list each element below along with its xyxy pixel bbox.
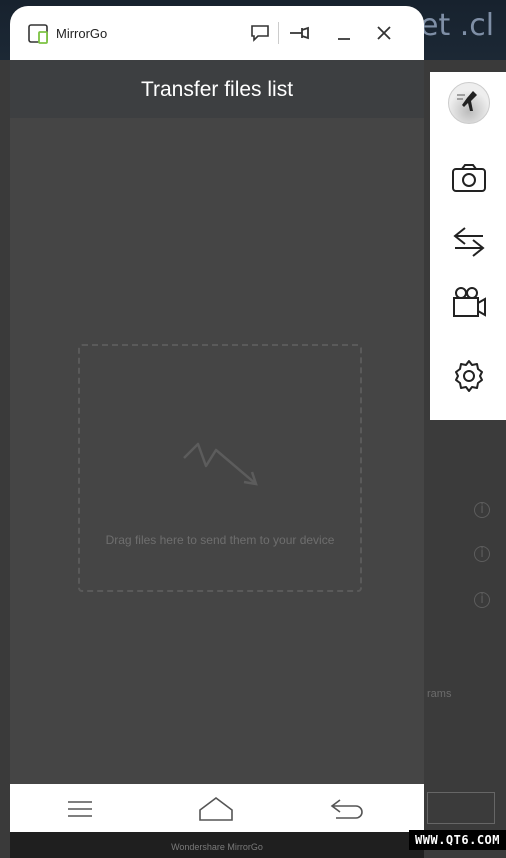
android-nav-bar xyxy=(10,784,424,832)
info-icon[interactable]: i xyxy=(474,592,490,608)
watermark: WWW.QT6.COM xyxy=(409,830,506,850)
settings-icon[interactable] xyxy=(449,356,489,396)
back-icon[interactable] xyxy=(328,794,368,824)
record-video-icon[interactable] xyxy=(449,282,489,322)
mirrorgo-logo-icon xyxy=(28,24,48,44)
avatar[interactable] xyxy=(448,82,490,124)
titlebar-divider xyxy=(278,22,279,44)
menu-icon[interactable] xyxy=(60,794,100,824)
drop-zone-text: Drag files here to send them to your dev… xyxy=(105,533,335,547)
drag-arrow-icon xyxy=(183,442,258,486)
footer-brand: Wondershare MirrorGo xyxy=(10,832,424,858)
background-title: et .cl xyxy=(420,8,495,43)
mirrorgo-window: MirrorGo Transfer files list Drag files … xyxy=(10,6,424,858)
background-button[interactable] xyxy=(427,792,495,824)
info-icon[interactable]: i xyxy=(474,502,490,518)
transfer-icon[interactable] xyxy=(449,222,489,262)
feedback-icon[interactable] xyxy=(246,20,274,46)
file-drop-zone[interactable]: Drag files here to send them to your dev… xyxy=(78,344,362,592)
page-title: Transfer files list xyxy=(10,60,424,118)
close-icon[interactable] xyxy=(370,20,398,46)
home-icon[interactable] xyxy=(196,794,236,824)
background-programs-label: rams xyxy=(427,688,452,700)
app-name: MirrorGo xyxy=(56,26,108,41)
minimize-icon[interactable] xyxy=(330,20,358,46)
pin-icon[interactable] xyxy=(286,20,314,46)
screenshot-camera-icon[interactable] xyxy=(449,158,489,198)
side-toolbar xyxy=(430,72,506,420)
title-bar: MirrorGo xyxy=(10,6,424,60)
info-icon[interactable]: i xyxy=(474,546,490,562)
transfer-files-area: Drag files here to send them to your dev… xyxy=(10,118,424,808)
